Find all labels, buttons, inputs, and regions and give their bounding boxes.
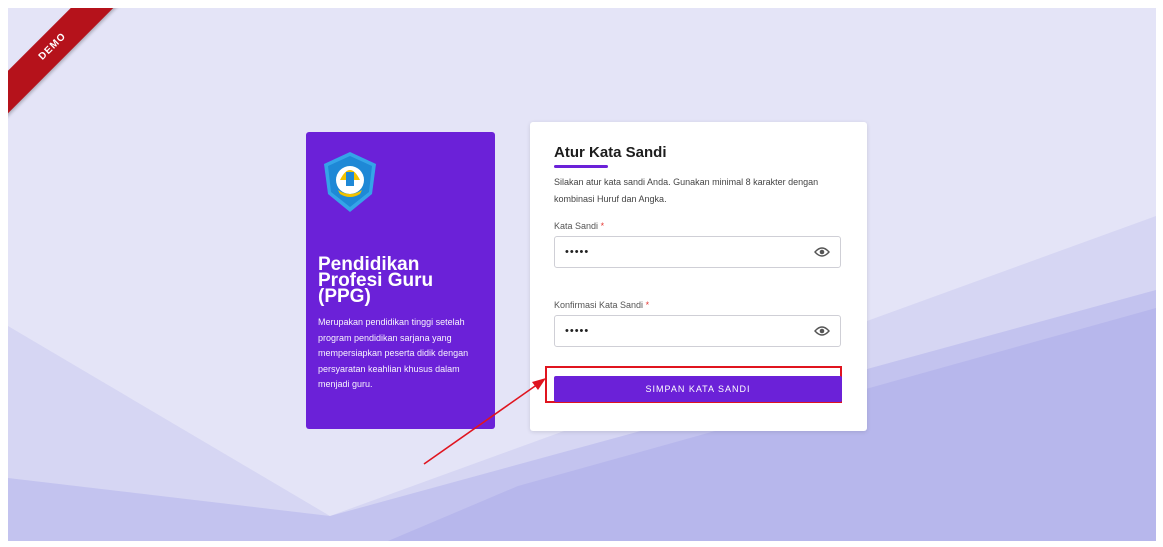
eye-icon[interactable] [814, 325, 830, 337]
info-description: Merupakan pendidikan tinggi setelah prog… [318, 317, 469, 389]
form-description: Silakan atur kata sandi Anda. Gunakan mi… [554, 177, 819, 204]
password-field[interactable]: ••••• [554, 236, 841, 268]
logo-tut-wuri-handayani [324, 152, 376, 212]
page-background: DEMO Pendidikan Profesi Guru (PPG) Merup… [8, 8, 1156, 541]
save-password-button[interactable]: SIMPAN KATA SANDI [554, 376, 842, 402]
info-card: Pendidikan Profesi Guru (PPG) Merupakan … [306, 132, 495, 429]
password-label: Kata Sandi * [554, 221, 605, 231]
confirm-password-label: Konfirmasi Kata Sandi * [554, 300, 650, 310]
confirm-password-value: ••••• [565, 325, 590, 337]
required-mark: * [600, 221, 605, 231]
title-underline [554, 165, 608, 168]
password-value: ••••• [565, 246, 590, 258]
confirm-password-field[interactable]: ••••• [554, 315, 841, 347]
info-title: Pendidikan Profesi Guru (PPG) [318, 254, 434, 307]
eye-icon[interactable] [814, 246, 830, 258]
password-form-card: Atur Kata Sandi Silakan atur kata sandi … [530, 122, 867, 431]
required-mark: * [645, 300, 650, 310]
form-title: Atur Kata Sandi [554, 144, 667, 161]
